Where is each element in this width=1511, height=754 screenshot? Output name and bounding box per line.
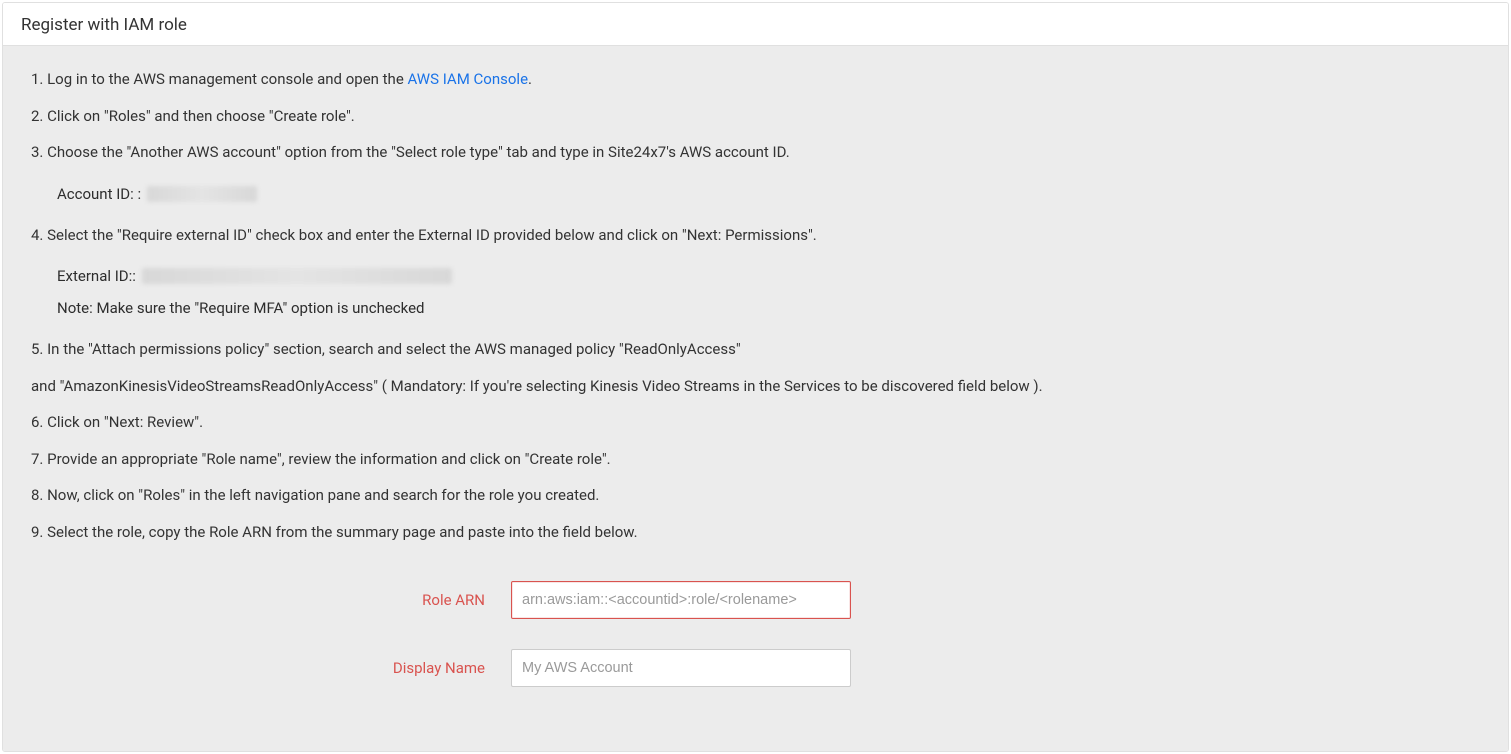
register-iam-panel: Register with IAM role 1. Log in to the … <box>2 2 1509 752</box>
panel-body: 1. Log in to the AWS management console … <box>3 46 1508 751</box>
account-id-block: Account ID: : <box>57 182 1480 206</box>
role-arn-row: Role ARN <box>31 581 1480 619</box>
mfa-note: Note: Make sure the "Require MFA" option… <box>57 296 1480 320</box>
external-id-redacted <box>142 268 452 284</box>
step-1: 1. Log in to the AWS management console … <box>31 68 1480 91</box>
step-1-suffix: . <box>528 70 532 88</box>
role-arn-input[interactable] <box>511 581 851 619</box>
step-1-prefix: 1. Log in to the AWS management console … <box>31 70 408 88</box>
account-id-label: Account ID: : <box>57 182 141 206</box>
step-2: 2. Click on "Roles" and then choose "Cre… <box>31 105 1480 128</box>
account-id-redacted <box>147 186 257 202</box>
aws-iam-console-link[interactable]: AWS IAM Console <box>408 70 529 88</box>
step-5a: 5. In the "Attach permissions policy" se… <box>31 338 1480 361</box>
step-6: 6. Click on "Next: Review". <box>31 411 1480 434</box>
step-9: 9. Select the role, copy the Role ARN fr… <box>31 521 1480 544</box>
display-name-row: Display Name <box>31 649 1480 687</box>
form-area: Role ARN Display Name <box>31 581 1480 687</box>
step-4: 4. Select the "Require external ID" chec… <box>31 224 1480 247</box>
panel-title: Register with IAM role <box>3 3 1508 46</box>
external-id-block: External ID:: Note: Make sure the "Requi… <box>57 264 1480 320</box>
step-7: 7. Provide an appropriate "Role name", r… <box>31 448 1480 471</box>
display-name-label: Display Name <box>31 659 511 677</box>
role-arn-label: Role ARN <box>31 591 511 609</box>
step-5b: and "AmazonKinesisVideoStreamsReadOnlyAc… <box>31 375 1480 398</box>
external-id-label: External ID:: <box>57 264 136 288</box>
display-name-input[interactable] <box>511 649 851 687</box>
step-8: 8. Now, click on "Roles" in the left nav… <box>31 484 1480 507</box>
step-3: 3. Choose the "Another AWS account" opti… <box>31 141 1480 164</box>
